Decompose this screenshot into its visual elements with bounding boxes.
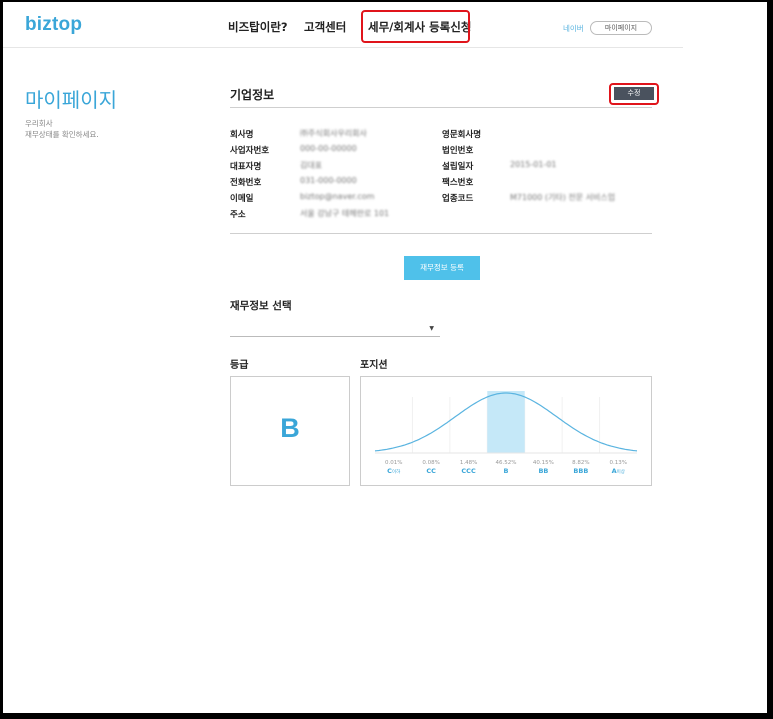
bin-grade-label: C이하	[387, 467, 401, 475]
field-label-business-number: 사업자번호	[230, 146, 270, 156]
highlight-box-nav	[361, 10, 470, 43]
grade-value: B	[280, 413, 300, 443]
page: biztop 비즈탑이란? 고객센터 세무/회계사 등록신청 네이버 마이페이지…	[3, 2, 767, 713]
nav-customer-center[interactable]: 고객센터	[304, 19, 346, 35]
page-description: 재무상태를 확인하세요.	[25, 130, 99, 139]
field-value-company-name: ㈜주식회사우리회사	[300, 129, 367, 138]
position-title: 포지션	[360, 360, 388, 371]
field-value-business-number: 000-00-00000	[300, 144, 357, 153]
bin-grade-label: BBB	[573, 467, 588, 475]
field-label-english-name: 영문회사명	[442, 130, 482, 140]
divider	[230, 233, 652, 234]
header: biztop 비즈탑이란? 고객센터 세무/회계사 등록신청 네이버 마이페이지	[3, 2, 683, 48]
field-label-address: 주소	[230, 210, 246, 220]
grade-title: 등급	[230, 360, 249, 371]
bin-grade-label: B	[504, 467, 509, 475]
field-label-industry-code: 업종코드	[442, 194, 474, 204]
bin-percent-label: 40.15%	[533, 460, 554, 466]
field-value-email: biztop@naver.com	[300, 192, 375, 201]
bin-grade-label: CC	[426, 467, 436, 475]
divider	[230, 107, 652, 108]
company-name: 우리회사	[25, 119, 53, 128]
field-label-founded: 설립일자	[442, 162, 474, 172]
position-card: 0.01% C이하 0.08% CC 1.48% CCC 46.52% B 40.15% BB 8.…	[360, 376, 652, 486]
naver-link[interactable]: 네이버	[563, 23, 584, 34]
company-info-title: 기업정보	[230, 88, 275, 102]
field-label-email: 이메일	[230, 194, 254, 204]
highlight-box-edit	[609, 83, 659, 105]
bin-percent-label: 0.01%	[385, 460, 402, 466]
field-label-ceo: 대표자명	[230, 162, 262, 172]
field-value-address: 서울 강남구 테헤란로 101	[300, 209, 390, 218]
logo[interactable]: biztop	[25, 14, 82, 36]
page-title: 마이페이지	[25, 88, 117, 112]
bin-grade-label: A이상	[612, 467, 625, 475]
nav-about[interactable]: 비즈탑이란?	[228, 19, 288, 35]
grade-card: B	[230, 376, 350, 486]
bin-grade-label: CCC	[461, 467, 476, 475]
bin-percent-label: 8.82%	[572, 460, 589, 466]
field-value-industry-code: M71000 (기타) 전문 서비스업	[510, 193, 616, 202]
mypage-button[interactable]: 마이페이지	[590, 21, 652, 35]
field-value-phone: 031-000-0000	[300, 176, 357, 185]
bin-grade-suffix: 이하	[392, 468, 401, 475]
field-label-corp-number: 법인번호	[442, 146, 474, 156]
field-label-company-name: 회사명	[230, 130, 254, 140]
bin-percent-label: 1.48%	[460, 460, 477, 466]
field-label-fax: 팩스번호	[442, 178, 474, 188]
highlight-bin	[487, 391, 525, 453]
financial-select[interactable]: ▼	[230, 320, 440, 337]
bin-percent-label: 0.13%	[610, 460, 627, 466]
financial-select-title: 재무정보 선택	[230, 300, 292, 312]
field-label-phone: 전화번호	[230, 178, 262, 188]
register-financial-button[interactable]: 재무정보 등록	[404, 256, 480, 280]
bin-percent-label: 0.08%	[422, 460, 439, 466]
bin-percent-label: 46.52%	[496, 460, 517, 466]
screenshot-frame: biztop 비즈탑이란? 고객센터 세무/회계사 등록신청 네이버 마이페이지…	[0, 0, 773, 719]
position-chart: 0.01%C이하 0.08%CC 1.48%CCC 46.52%B 40.15%BB 8.…	[374, 391, 638, 475]
field-value-ceo: 김대표	[300, 161, 323, 170]
chevron-down-icon: ▼	[429, 325, 434, 332]
field-value-founded: 2015-01-01	[510, 160, 557, 169]
bin-grade-label: BB	[538, 467, 548, 475]
bin-grade-suffix: 이상	[617, 468, 625, 475]
